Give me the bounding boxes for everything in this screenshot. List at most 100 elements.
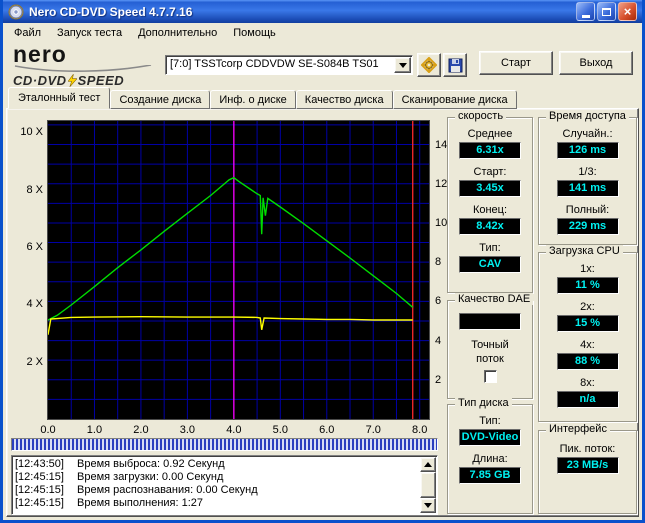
exact-stream-checkbox[interactable]: [484, 370, 497, 383]
axis-tick-label: 7.0: [362, 424, 384, 436]
disc-length-value: 7.85 GB: [459, 467, 521, 484]
speed-average-value: 6.31x: [459, 142, 521, 159]
tab-scandisc[interactable]: Сканирование диска: [393, 90, 517, 109]
access-full-value: 229 ms: [557, 218, 619, 235]
speed-start-label: Старт:: [448, 166, 532, 178]
axis-tick-label: 8.0: [409, 424, 431, 436]
cpu-8x-value: n/a: [557, 391, 619, 408]
menu-extra[interactable]: Дополнительно: [130, 24, 225, 42]
title-bar[interactable]: Nero CD-DVD Speed 4.7.7.16 ×: [3, 0, 642, 23]
log-line: [12:45:15]Время загрузки: 0.00 Секунд: [15, 471, 419, 484]
axis-tick-label: 4.0: [223, 424, 245, 436]
maximize-icon: [602, 8, 611, 16]
cpu-2x-value: 15 %: [557, 315, 619, 332]
speed-chart-svg: [48, 121, 429, 419]
panel-disc-type-title: Тип диска: [455, 397, 512, 409]
log-text: Время загрузки: 0.00 Секунд: [77, 471, 223, 483]
access-random-value: 126 ms: [557, 142, 619, 159]
drive-select-value: [7:0] TSSTcorp CDDVDW SE-S084B TS01: [170, 58, 392, 70]
axis-tick-label: 0.0: [37, 424, 59, 436]
cpu-8x-label: 8x:: [539, 377, 636, 389]
exact-stream-label-line1: Точный: [448, 339, 532, 351]
app-window: Nero CD-DVD Speed 4.7.7.16 × Файл Запуск…: [0, 0, 645, 523]
test-position-bar: [11, 438, 438, 451]
log-time: [12:45:15]: [15, 471, 77, 484]
access-full-label: Полный:: [539, 204, 636, 216]
disc-type-value: DVD-Video: [459, 429, 521, 446]
access-third-value: 141 ms: [557, 180, 619, 197]
series-read-speed: [48, 178, 413, 320]
panel-disc-type: Тип диска Тип:DVD-Video Длина:7.85 GB: [447, 404, 533, 514]
access-third-label: 1/3:: [539, 166, 636, 178]
tab-create-disc[interactable]: Создание диска: [110, 90, 210, 109]
log-line: [12:45:15]Время распознавания: 0.00 Секу…: [15, 484, 419, 497]
axis-tick-label: 2.0: [130, 424, 152, 436]
panel-speed-title: скорость: [455, 110, 506, 122]
speed-chart-plot: [47, 120, 430, 420]
log-lines: [12:43:50]Время выброса: 0.92 Секунд [12…: [15, 458, 419, 513]
scroll-up-button[interactable]: [420, 457, 436, 472]
menu-file[interactable]: Файл: [6, 24, 49, 42]
panel-cpu-usage-title: Загрузка CPU: [546, 245, 623, 257]
arrow-up-icon: [424, 462, 432, 467]
scroll-down-button[interactable]: [420, 498, 436, 513]
speed-average-label: Среднее: [448, 128, 532, 140]
dae-quality-value: [459, 313, 521, 330]
drive-select[interactable]: [7:0] TSSTcorp CDDVDW SE-S084B TS01: [165, 55, 413, 75]
arrow-down-icon: [424, 503, 432, 508]
axis-tick-label: 1.0: [83, 424, 105, 436]
panel-speed: скорость Среднее6.31x Старт:3.45x Конец:…: [447, 117, 533, 293]
save-button[interactable]: [443, 53, 467, 77]
series-rotation-speed: [48, 317, 413, 335]
start-button[interactable]: Старт: [479, 51, 553, 75]
chart-area: 10 X8 X6 X4 X2 X14121086420.01.02.03.04.…: [11, 112, 449, 438]
axis-tick-label: 3.0: [176, 424, 198, 436]
panel-access-time-title: Время доступа: [546, 110, 629, 122]
gear-icon: [421, 57, 437, 73]
close-icon: ×: [624, 3, 632, 20]
floppy-disk-icon: [448, 58, 463, 73]
log-listbox[interactable]: [12:43:50]Время выброса: 0.92 Секунд [12…: [11, 455, 438, 515]
cpu-1x-value: 11 %: [557, 277, 619, 294]
close-button[interactable]: ×: [618, 2, 637, 21]
logo-speed: SPEED: [78, 73, 125, 88]
axis-tick-label: 2 X: [11, 356, 43, 368]
minimize-button[interactable]: [576, 2, 595, 21]
options-button[interactable]: [417, 53, 441, 77]
disc-type-label: Тип:: [448, 415, 532, 427]
scrollbar-thumb[interactable]: [420, 472, 436, 498]
access-random-label: Случайн.:: [539, 128, 636, 140]
log-time: [12:45:15]: [15, 497, 77, 510]
axis-tick-label: 8 X: [11, 184, 43, 196]
panel-dae-title: Качество DAE: [455, 293, 533, 305]
speed-start-value: 3.45x: [459, 180, 521, 197]
menu-help[interactable]: Помощь: [225, 24, 284, 42]
start-button-label: Старт: [501, 57, 531, 69]
log-text: Время выброса: 0.92 Секунд: [77, 458, 225, 470]
logo-cddvd: CD·DVD: [13, 73, 67, 88]
menu-run-test[interactable]: Запуск теста: [49, 24, 130, 42]
log-text: Время выполнения: 1:27: [77, 497, 203, 509]
drive-select-arrow[interactable]: [394, 57, 411, 73]
panel-interface-title: Интерфейс: [546, 423, 610, 435]
tab-benchmark[interactable]: Эталонный тест: [8, 87, 110, 109]
speed-end-value: 8.42x: [459, 218, 521, 235]
tab-disc-quality[interactable]: Качество диска: [296, 90, 393, 109]
tab-disc-info[interactable]: Инф. о диске: [210, 90, 295, 109]
log-scrollbar[interactable]: [420, 457, 436, 513]
peak-rate-value: 23 MB/s: [557, 457, 619, 474]
window-title: Nero CD-DVD Speed 4.7.7.16: [29, 5, 574, 19]
cpu-4x-label: 4x:: [539, 339, 636, 351]
speed-end-label: Конец:: [448, 204, 532, 216]
exit-button[interactable]: Выход: [559, 51, 633, 75]
panel-dae-quality: Качество DAE Точный поток: [447, 300, 533, 399]
axis-tick-label: 4 X: [11, 298, 43, 310]
peak-rate-label: Пик. поток:: [539, 443, 636, 455]
panel-cpu-usage: Загрузка CPU 1x:11 % 2x:15 % 4x:88 % 8x:…: [538, 252, 637, 422]
axis-tick-label: 6 X: [11, 241, 43, 253]
axis-tick-label: 10 X: [11, 126, 43, 138]
log-line: [12:43:50]Время выброса: 0.92 Секунд: [15, 458, 419, 471]
maximize-button[interactable]: [597, 2, 616, 21]
log-line: [12:45:15]Время выполнения: 1:27: [15, 497, 419, 510]
speed-type-label: Тип:: [448, 242, 532, 254]
